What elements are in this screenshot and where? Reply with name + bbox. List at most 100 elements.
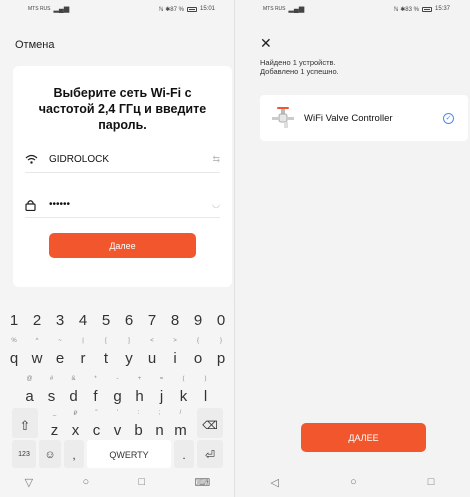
key-label: m	[174, 422, 187, 439]
key-g[interactable]: -g	[107, 374, 129, 404]
comma-key[interactable]: ,	[64, 440, 84, 468]
key-label: r	[80, 350, 86, 367]
space-key[interactable]: QWERTY	[87, 440, 171, 468]
key-v[interactable]: ' v	[107, 408, 128, 438]
key-label: y	[125, 350, 133, 367]
recents-icon[interactable]: □	[138, 476, 145, 488]
numbers-key[interactable]: 123	[12, 440, 36, 468]
key-t[interactable]: [t	[95, 336, 118, 366]
key-n[interactable]: ; n	[149, 408, 170, 438]
added-line: Добавлено 1 успешно.	[260, 67, 339, 76]
key-7[interactable]: 7	[141, 306, 164, 332]
key-label: i	[173, 350, 177, 367]
switch-network-icon[interactable]: ⇆	[212, 154, 220, 165]
key-6[interactable]: 6	[118, 306, 141, 332]
key-y[interactable]: ] y	[118, 336, 141, 366]
key-r[interactable]: | r	[72, 336, 95, 366]
screen-pair: MTS RUS ▂▄▆ ℕ ✱87 % 15:01 Отмена Выберит…	[0, 0, 470, 497]
wifi-name: GIDROLOCK	[49, 154, 110, 165]
key-4[interactable]: 4	[72, 306, 95, 332]
battery-icon	[186, 6, 197, 12]
battery-icon	[421, 6, 432, 12]
keyboard-icon[interactable]: ⌨	[194, 476, 210, 489]
clock: 15:37	[434, 6, 450, 12]
key-9[interactable]: 9	[187, 306, 210, 332]
key-label: a	[25, 388, 34, 405]
key-x[interactable]: ₽ x	[65, 408, 86, 438]
key-j[interactable]: = j	[151, 374, 173, 404]
wifi-field[interactable]: GIDROLOCK ⇆	[25, 147, 220, 173]
key-0[interactable]: 0	[210, 306, 233, 332]
key-2[interactable]: 2	[26, 306, 49, 332]
key-d[interactable]: & d	[63, 374, 85, 404]
key-label: v	[113, 422, 122, 439]
recents-icon[interactable]: □	[428, 476, 435, 488]
key-alt-label: :	[137, 410, 140, 416]
key-label: 5	[101, 312, 111, 329]
key-f[interactable]: * f	[85, 374, 107, 404]
valve-icon	[270, 105, 296, 131]
emoji-icon: ☺	[44, 449, 56, 461]
key-l[interactable]: ) l	[195, 374, 217, 404]
key-label: s	[47, 388, 56, 405]
key-w[interactable]: ^ w	[26, 336, 49, 366]
key-label: f	[93, 388, 98, 405]
key-alt-label: )	[204, 376, 207, 382]
eye-icon[interactable]: ◡	[212, 199, 220, 210]
cancel-button[interactable]: Отмена	[15, 39, 54, 51]
device-name: WiFi Valve Controller	[304, 112, 393, 124]
key-z[interactable]: _ z	[44, 408, 65, 438]
emoji-key[interactable]: ☺	[39, 440, 61, 468]
wifi-icon	[25, 154, 43, 165]
key-o[interactable]: {o	[187, 336, 210, 366]
key-m[interactable]: / m	[170, 408, 191, 438]
key-label: 0	[216, 312, 226, 329]
key-label: j	[159, 388, 164, 405]
home-icon[interactable]: ○	[350, 476, 357, 488]
key-5[interactable]: 5	[95, 306, 118, 332]
backspace-key[interactable]: ⌫	[197, 408, 223, 438]
key-label: o	[193, 350, 203, 367]
key-3[interactable]: 3	[49, 306, 72, 332]
key-h[interactable]: + h	[129, 374, 151, 404]
key-8[interactable]: 8	[164, 306, 187, 332]
key-alt-label: '	[116, 410, 119, 416]
home-icon[interactable]: ○	[82, 476, 89, 488]
signal-icon: ▂▄▆	[53, 6, 70, 13]
key-u[interactable]: < u	[141, 336, 164, 366]
key-k[interactable]: (k	[173, 374, 195, 404]
back-icon[interactable]: ◁	[271, 476, 279, 489]
key-c[interactable]: " c	[86, 408, 107, 438]
shift-key[interactable]: ⇧	[12, 408, 38, 438]
key-label: 6	[124, 312, 134, 329]
key-label: h	[135, 388, 144, 405]
key-label: b	[134, 422, 143, 439]
key-q[interactable]: % q	[3, 336, 26, 366]
key-s[interactable]: # s	[41, 374, 63, 404]
key-a[interactable]: @ a	[19, 374, 41, 404]
key-label: u	[147, 350, 157, 367]
key-label: t	[103, 350, 109, 367]
key-alt-label: ~	[58, 338, 62, 344]
close-icon[interactable]: ✕	[260, 35, 272, 52]
next-button[interactable]: Далее	[49, 233, 196, 258]
device-row[interactable]: WiFi Valve Controller ✓	[260, 95, 468, 141]
key-e[interactable]: ~ e	[49, 336, 72, 366]
dot-key[interactable]: .	[174, 440, 194, 468]
enter-key[interactable]: ⏎	[197, 440, 223, 468]
back-icon[interactable]: ▽	[25, 476, 33, 489]
key-alt-label: @	[26, 376, 33, 382]
key-i[interactable]: > i	[164, 336, 187, 366]
next-button[interactable]: ДАЛЕЕ	[301, 423, 426, 452]
key-label: g	[113, 388, 122, 405]
key-b[interactable]: :b	[128, 408, 149, 438]
key-1[interactable]: 1	[3, 306, 26, 332]
keyboard-row-2: @ a # s & d * f - g + h = j(k) l	[0, 374, 235, 404]
key-p[interactable]: } p	[210, 336, 233, 366]
password-field[interactable]: •••••• ◡	[25, 192, 220, 218]
check-icon: ✓	[443, 112, 454, 124]
key-alt-label: [	[105, 338, 107, 344]
key-label: 3	[55, 312, 65, 329]
carrier: MTS RUS	[263, 6, 286, 12]
key-alt-label: |	[82, 338, 84, 344]
